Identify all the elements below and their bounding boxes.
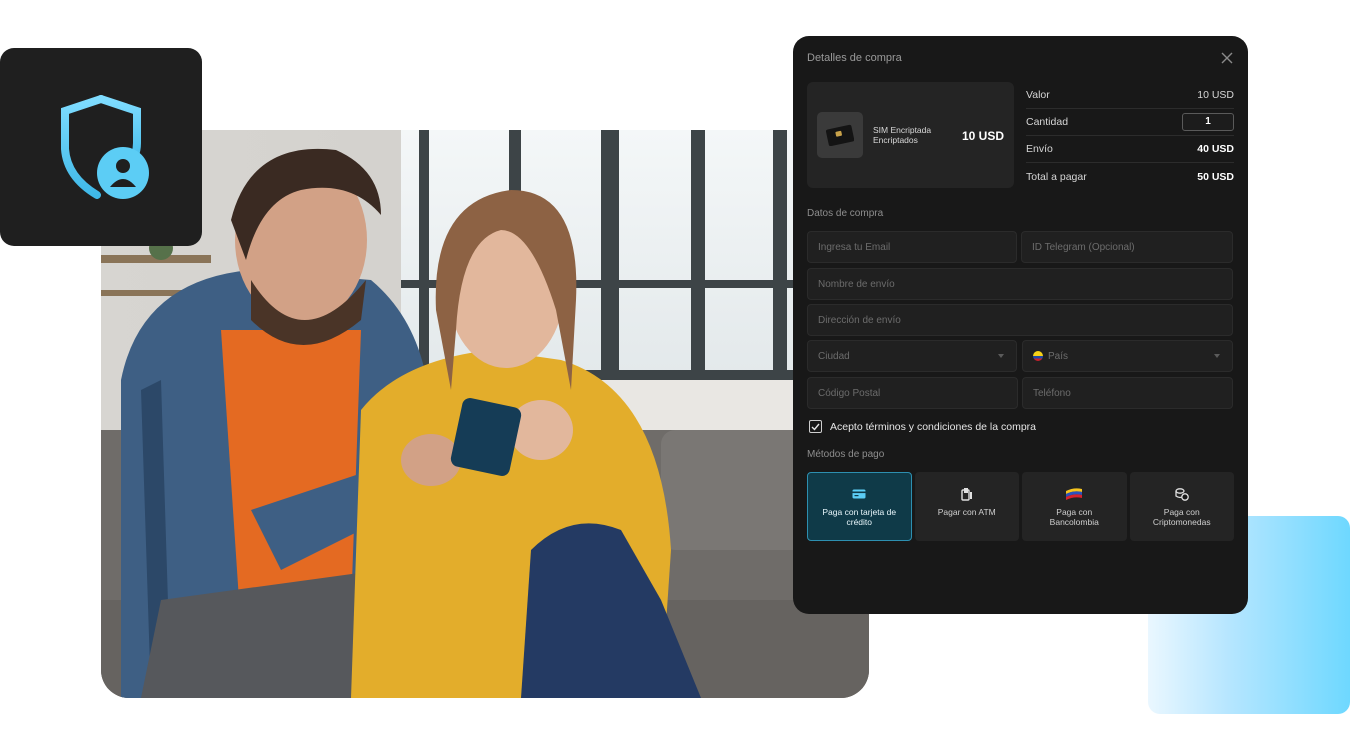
summary-row-total: Total a pagar 50 USD (1026, 163, 1234, 190)
modal-header: Detalles de compra (807, 50, 1234, 66)
shipping-name-field[interactable]: Nombre de envío (807, 268, 1233, 300)
payment-option-crypto[interactable]: Paga con Criptomonedas (1129, 472, 1234, 541)
city-select[interactable]: Ciudad (807, 340, 1017, 372)
security-badge-tile (0, 48, 202, 246)
product-price: 10 USD (961, 129, 1004, 143)
shipping-name-placeholder: Nombre de envío (818, 278, 895, 290)
shipping-address-placeholder: Dirección de envío (818, 314, 901, 326)
chevron-down-icon (1214, 354, 1220, 358)
product-card: SIM Encriptada Encriptados 10 USD (807, 82, 1014, 188)
postal-code-field[interactable]: Código Postal (807, 377, 1018, 409)
payment-option-label: Paga con Criptomonedas (1152, 507, 1211, 527)
telegram-id-field[interactable]: ID Telegram (Opcional) (1021, 231, 1233, 263)
order-summary: Valor 10 USD Cantidad 1 Envío 40 USD Tot… (1026, 82, 1234, 190)
credit-card-icon (852, 489, 866, 499)
payment-option-label: Pagar con ATM (937, 507, 996, 517)
form-section-label: Datos de compra (807, 208, 884, 219)
crypto-coins-icon (1175, 488, 1189, 501)
close-button[interactable] (1220, 51, 1234, 65)
summary-label: Total a pagar (1026, 170, 1087, 183)
shield-user-icon (61, 95, 149, 199)
terms-label: Acepto términos y condiciones de la comp… (830, 420, 1037, 433)
summary-row-valor: Valor 10 USD (1026, 82, 1234, 109)
summary-row-envio: Envío 40 USD (1026, 136, 1234, 163)
phone-placeholder: Teléfono (1033, 387, 1071, 399)
colombia-flag-icon (1033, 351, 1043, 361)
payment-option-credit-card[interactable]: Paga con tarjeta de crédito (807, 472, 912, 541)
payment-option-label: Paga con Bancolombia (1049, 507, 1099, 527)
close-icon (1221, 52, 1233, 64)
payment-methods: Paga con tarjeta de crédito Pagar con AT… (807, 472, 1234, 541)
country-select[interactable]: País (1022, 340, 1233, 372)
summary-value: 50 USD (1197, 170, 1234, 183)
summary-row-cantidad: Cantidad 1 (1026, 109, 1234, 136)
product-name: SIM Encriptada Encriptados (873, 125, 932, 145)
payment-option-label: Paga con tarjeta de crédito (822, 507, 897, 527)
chevron-down-icon (998, 354, 1004, 358)
summary-label: Envío (1026, 143, 1053, 155)
email-field[interactable]: Ingresa tu Email (807, 231, 1017, 263)
bancolombia-icon (1066, 488, 1083, 500)
sim-card-thumbnail (817, 112, 863, 158)
purchase-details-modal: Detalles de compra SIM Encriptada Encrip… (793, 36, 1248, 614)
checkmark-icon (811, 423, 820, 431)
summary-value: 10 USD (1197, 89, 1234, 101)
sim-card-icon (826, 124, 854, 146)
atm-icon (961, 488, 972, 501)
city-placeholder: Ciudad (818, 350, 850, 362)
terms-checkbox[interactable] (809, 420, 822, 433)
email-placeholder: Ingresa tu Email (818, 241, 891, 253)
summary-label: Cantidad (1026, 116, 1069, 128)
summary-value: 40 USD (1197, 143, 1234, 155)
page-stage: Detalles de compra SIM Encriptada Encrip… (0, 0, 1350, 750)
telegram-placeholder: ID Telegram (Opcional) (1032, 241, 1135, 253)
summary-label: Valor (1026, 89, 1050, 101)
quantity-input[interactable]: 1 (1182, 113, 1234, 131)
phone-field[interactable]: Teléfono (1022, 377, 1233, 409)
payment-section-label: Métodos de pago (807, 449, 885, 460)
country-placeholder: País (1048, 350, 1069, 362)
payment-option-atm[interactable]: Pagar con ATM (914, 472, 1019, 541)
hero-photo (101, 130, 869, 698)
terms-checkbox-row[interactable]: Acepto términos y condiciones de la comp… (809, 420, 1036, 433)
shipping-address-field[interactable]: Dirección de envío (807, 304, 1233, 336)
postal-code-placeholder: Código Postal (818, 387, 881, 399)
payment-option-bancolombia[interactable]: Paga con Bancolombia (1022, 472, 1127, 541)
modal-title: Detalles de compra (807, 52, 902, 64)
